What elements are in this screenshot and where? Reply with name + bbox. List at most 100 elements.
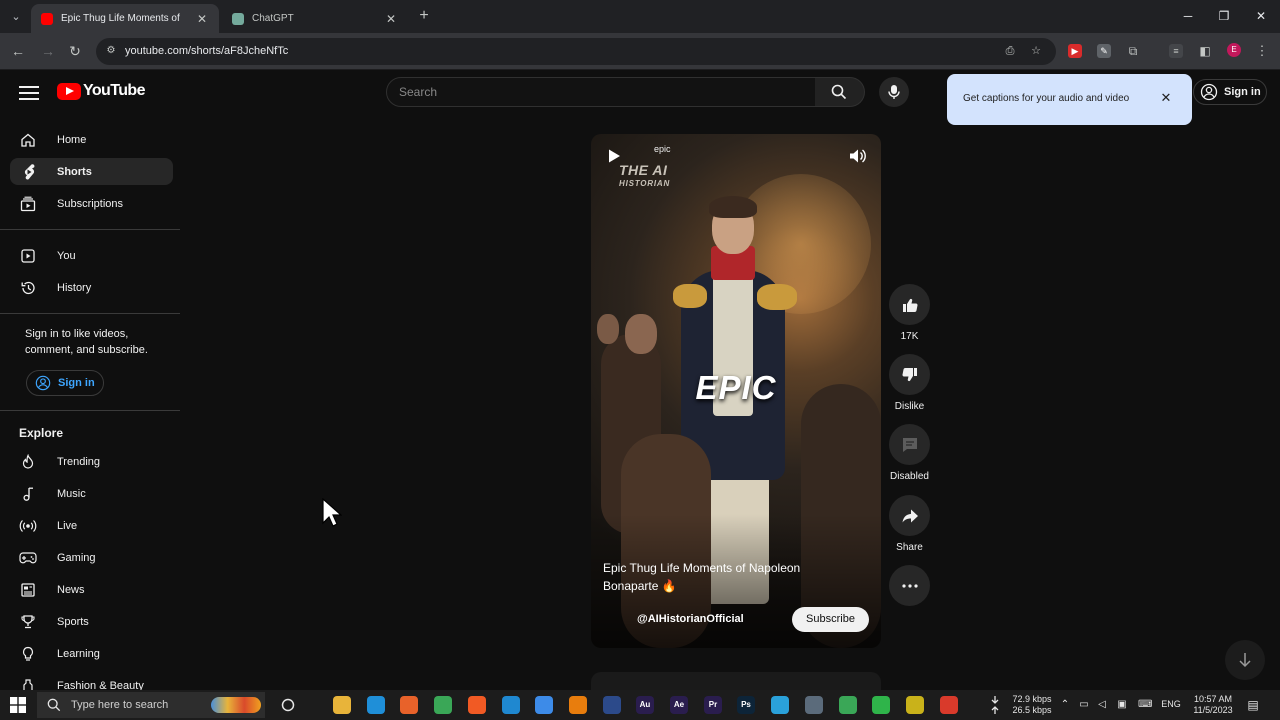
premiere-icon[interactable]: Pr	[704, 696, 722, 714]
install-app-icon[interactable]: ⎙	[1002, 43, 1018, 59]
video-title[interactable]: Epic Thug Life Moments of Napoleon Bonap…	[603, 559, 833, 595]
site-info-icon[interactable]: ⚙	[105, 45, 117, 57]
file-explorer-icon[interactable]	[333, 696, 351, 714]
notification-center-icon[interactable]: ▤	[1247, 699, 1259, 711]
window-close-icon[interactable]: ✕	[1249, 6, 1273, 26]
share-button[interactable]	[889, 495, 930, 536]
network-icon[interactable]: ▣	[1116, 699, 1128, 711]
extensions-puzzle-icon[interactable]: ⧉	[1126, 44, 1140, 58]
chrome-icon[interactable]	[434, 696, 452, 714]
close-tab-icon[interactable]: ✕	[195, 12, 209, 26]
brave-icon[interactable]	[468, 696, 486, 714]
search-input[interactable]: Search	[386, 77, 816, 107]
sidebar-item-news[interactable]: News	[10, 576, 173, 603]
audition-icon[interactable]: Au	[636, 696, 654, 714]
sidebar-item-home[interactable]: Home	[10, 126, 173, 153]
search-placeholder: Search	[399, 85, 438, 99]
back-arrow-icon[interactable]: ←	[8, 41, 28, 61]
cortana-icon[interactable]	[281, 698, 295, 712]
thumbs-down-icon	[901, 367, 917, 381]
tab-search-chevron-icon[interactable]: ⌄	[6, 7, 26, 27]
sidebar-item-subscriptions[interactable]: Subscriptions	[10, 190, 173, 217]
video-crowd-face	[597, 314, 619, 344]
photoshop-icon[interactable]: Ps	[737, 696, 755, 714]
after-effects-icon[interactable]: Ae	[670, 696, 688, 714]
sidebar-item-trending[interactable]: Trending	[10, 448, 173, 475]
sidebar-item-live[interactable]: Live	[10, 512, 173, 539]
address-bar[interactable]: ⚙ youtube.com/shorts/aF8JcheNfTc ⎙ ☆	[96, 38, 1056, 65]
sidebar-item-you[interactable]: You	[10, 242, 173, 269]
browser-tab-strip: ⌄ Epic Thug Life Moments of ✕ ChatGPT ✕ …	[0, 0, 1280, 33]
camtasia-icon[interactable]	[872, 696, 890, 714]
sidebar-sign-in-button[interactable]: Sign in	[26, 370, 104, 396]
search-button[interactable]	[815, 77, 865, 107]
recorder-icon[interactable]	[940, 696, 958, 714]
more-options-button[interactable]	[889, 565, 930, 606]
more-actions[interactable]	[889, 565, 930, 606]
speaker-icon[interactable]: ◁	[1096, 699, 1108, 711]
reload-icon[interactable]: ↻	[65, 41, 85, 61]
live-icon	[19, 517, 37, 535]
blender-icon[interactable]	[569, 696, 587, 714]
next-video-button[interactable]	[1225, 640, 1265, 680]
tab-youtube[interactable]: Epic Thug Life Moments of ✕	[31, 4, 219, 33]
close-tab-icon[interactable]: ✕	[384, 12, 398, 26]
sidebar-item-shorts[interactable]: Shorts	[10, 158, 173, 185]
app-a-icon[interactable]	[535, 696, 553, 714]
dislike-button[interactable]	[889, 354, 930, 395]
side-panel-icon[interactable]: ◧	[1198, 44, 1212, 58]
windows-taskbar: Type here to search Au Ae Pr Ps 72.9 kbps 2…	[0, 690, 1280, 720]
sidebar-item-gaming[interactable]: Gaming	[10, 544, 173, 571]
battery-icon[interactable]: ▭	[1078, 699, 1090, 711]
sidebar-item-history[interactable]: History	[10, 274, 173, 301]
forward-arrow-icon[interactable]: →	[38, 41, 58, 61]
sidebar-item-label: You	[57, 249, 76, 262]
channel-handle[interactable]: @AIHistorianOfficial	[637, 613, 744, 625]
restore-icon[interactable]: ❐	[1212, 6, 1236, 26]
profile-avatar[interactable]: E	[1227, 43, 1241, 57]
shorts-video-player[interactable]: epic THE AI HISTORIAN EPIC Epic Thug Lif…	[591, 134, 881, 648]
new-tab-button[interactable]: +	[415, 6, 433, 26]
edge-icon[interactable]	[367, 696, 385, 714]
dislike-action[interactable]: Dislike	[889, 354, 930, 412]
sidebar-item-learning[interactable]: Learning	[10, 640, 173, 667]
taskbar-clock[interactable]: 10:57 AM 11/5/2023	[1188, 694, 1238, 716]
comments-button[interactable]	[889, 424, 930, 465]
vscode-icon[interactable]	[502, 696, 520, 714]
extension-red-icon[interactable]: ▶	[1068, 44, 1082, 58]
comments-action[interactable]: Disabled	[889, 424, 930, 482]
voice-search-button[interactable]	[879, 77, 909, 107]
minimize-icon[interactable]: ─	[1176, 6, 1200, 26]
close-popup-icon[interactable]: ✕	[1159, 91, 1173, 105]
url-text[interactable]: youtube.com/shorts/aF8JcheNfTc	[125, 45, 288, 57]
show-hidden-icons-icon[interactable]: ⌃	[1059, 699, 1071, 711]
firefox-icon[interactable]	[400, 696, 418, 714]
app-yellow-icon[interactable]	[906, 696, 924, 714]
extension-edit-icon[interactable]: ✎	[1097, 44, 1111, 58]
sidebar-item-sports[interactable]: Sports	[10, 608, 173, 635]
keyboard-icon[interactable]: ⌨	[1138, 699, 1152, 711]
tab-chatgpt[interactable]: ChatGPT ✕	[222, 4, 408, 33]
chrome-active-icon[interactable]	[839, 696, 857, 714]
next-short-preview[interactable]	[591, 672, 881, 690]
taskbar-search-box[interactable]: Type here to search	[37, 692, 265, 718]
account-circle-icon	[1200, 83, 1218, 101]
volume-icon[interactable]	[849, 148, 867, 164]
like-action[interactable]: 17K	[889, 284, 930, 342]
cinema4d-icon[interactable]	[603, 696, 621, 714]
bookmark-star-icon[interactable]: ☆	[1028, 43, 1044, 59]
youtube-logo[interactable]: YouTube	[57, 82, 145, 100]
telegram-icon[interactable]	[771, 696, 789, 714]
share-action[interactable]: Share	[889, 495, 930, 553]
media-controls-icon[interactable]: ≡	[1169, 44, 1183, 58]
header-sign-in-button[interactable]: Sign in	[1193, 79, 1267, 105]
menu-hamburger-icon[interactable]	[19, 83, 39, 103]
sidebar-item-music[interactable]: Music	[10, 480, 173, 507]
subscribe-button[interactable]: Subscribe	[792, 607, 869, 632]
sidebar-item-fashion-beauty[interactable]: Fashion & Beauty	[10, 672, 173, 690]
like-button[interactable]	[889, 284, 930, 325]
app-window-icon[interactable]	[805, 696, 823, 714]
windows-start-icon[interactable]	[10, 697, 26, 713]
language-indicator[interactable]: ENG	[1159, 699, 1183, 710]
chrome-menu-icon[interactable]: ⋮	[1255, 44, 1269, 58]
